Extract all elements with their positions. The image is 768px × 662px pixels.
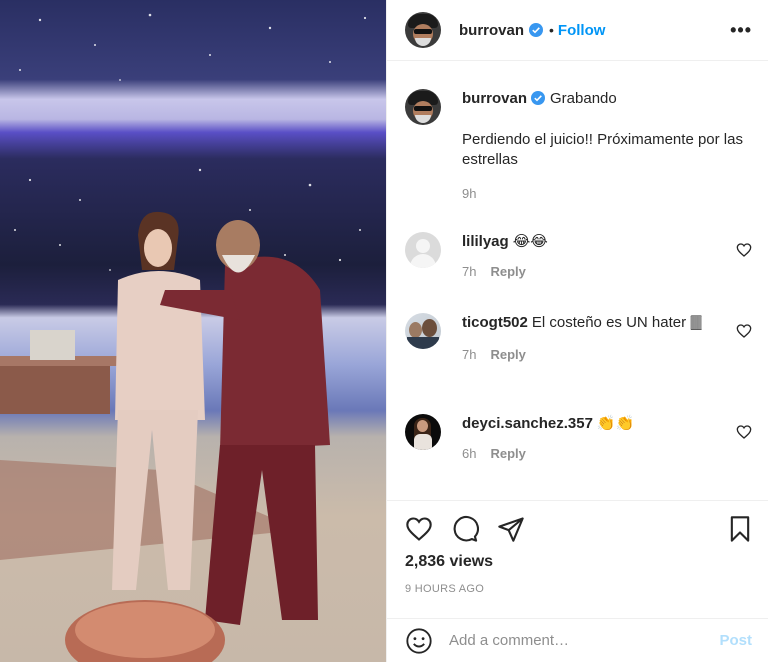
caption-time[interactable]: 9h [462, 186, 476, 201]
heart-icon[interactable] [405, 515, 433, 543]
verified-badge-icon [531, 91, 546, 105]
comment-time[interactable]: 7h [462, 264, 476, 279]
separator-dot: • [549, 22, 554, 38]
view-count[interactable]: 2,836 views [405, 553, 493, 571]
commenter-avatar[interactable] [405, 414, 441, 450]
heart-small-icon[interactable] [736, 424, 752, 440]
heart-small-icon[interactable] [736, 242, 752, 258]
emoji-icon[interactable] [405, 627, 433, 655]
caption-text: Perdiendo el juicio!! Próximamente por l… [462, 131, 743, 168]
post-actions: 2,836 views 9 HOURS AGO [387, 500, 768, 618]
author-avatar[interactable] [405, 12, 441, 48]
add-comment-bar: Post [387, 618, 768, 662]
reply-button[interactable]: Reply [490, 347, 525, 362]
comment-item: ticogt502 El costeño es UN hater 🀫 7h Repl… [405, 313, 752, 365]
reply-button[interactable]: Reply [490, 264, 525, 279]
caption: burrovan Grabando Perdiendo el juicio!! P… [405, 89, 752, 204]
comment-icon[interactable] [451, 515, 479, 543]
caption-username[interactable]: burrovan [462, 90, 527, 107]
comments-list[interactable]: burrovan Grabando Perdiendo el juicio!! P… [387, 62, 768, 499]
comment-time[interactable]: 6h [462, 446, 476, 461]
post-comment-button[interactable]: Post [719, 632, 752, 649]
comment-input[interactable] [449, 632, 720, 649]
comment-text: 👏👏 [596, 415, 635, 432]
post-sidebar: burrovan • Follow ••• burrovan Grabando P… [386, 0, 768, 662]
post-header: burrovan • Follow ••• [387, 0, 768, 61]
comment-item: lililyag 😂😂 7h Reply [405, 232, 752, 282]
stage-backdrop [0, 13, 367, 662]
post-timestamp[interactable]: 9 HOURS AGO [405, 583, 484, 595]
comment-time[interactable]: 7h [462, 347, 476, 362]
author-username[interactable]: burrovan [459, 22, 524, 39]
heart-small-icon[interactable] [736, 323, 752, 339]
more-options-icon[interactable]: ••• [730, 20, 752, 41]
reply-button[interactable]: Reply [490, 446, 525, 461]
comment-item: deyci.sanchez.357 👏👏 6h Reply [405, 414, 752, 464]
commenter-avatar[interactable] [405, 313, 441, 349]
comment-text: 😂😂 [512, 233, 548, 250]
comment-text: El costeño es UN hater 🀫 [531, 314, 703, 331]
comment-username[interactable]: lililyag [462, 233, 509, 250]
follow-button[interactable]: Follow [558, 22, 606, 39]
bookmark-icon[interactable] [726, 515, 754, 543]
caption-avatar[interactable] [405, 89, 441, 125]
verified-badge-icon [529, 23, 544, 37]
commenter-avatar[interactable] [405, 232, 441, 268]
comment-username[interactable]: deyci.sanchez.357 [462, 415, 593, 432]
paper-plane-icon[interactable] [497, 515, 525, 543]
comment-username[interactable]: ticogt502 [462, 314, 528, 331]
caption-location[interactable]: Grabando [550, 90, 617, 107]
post-media[interactable] [0, 0, 386, 662]
